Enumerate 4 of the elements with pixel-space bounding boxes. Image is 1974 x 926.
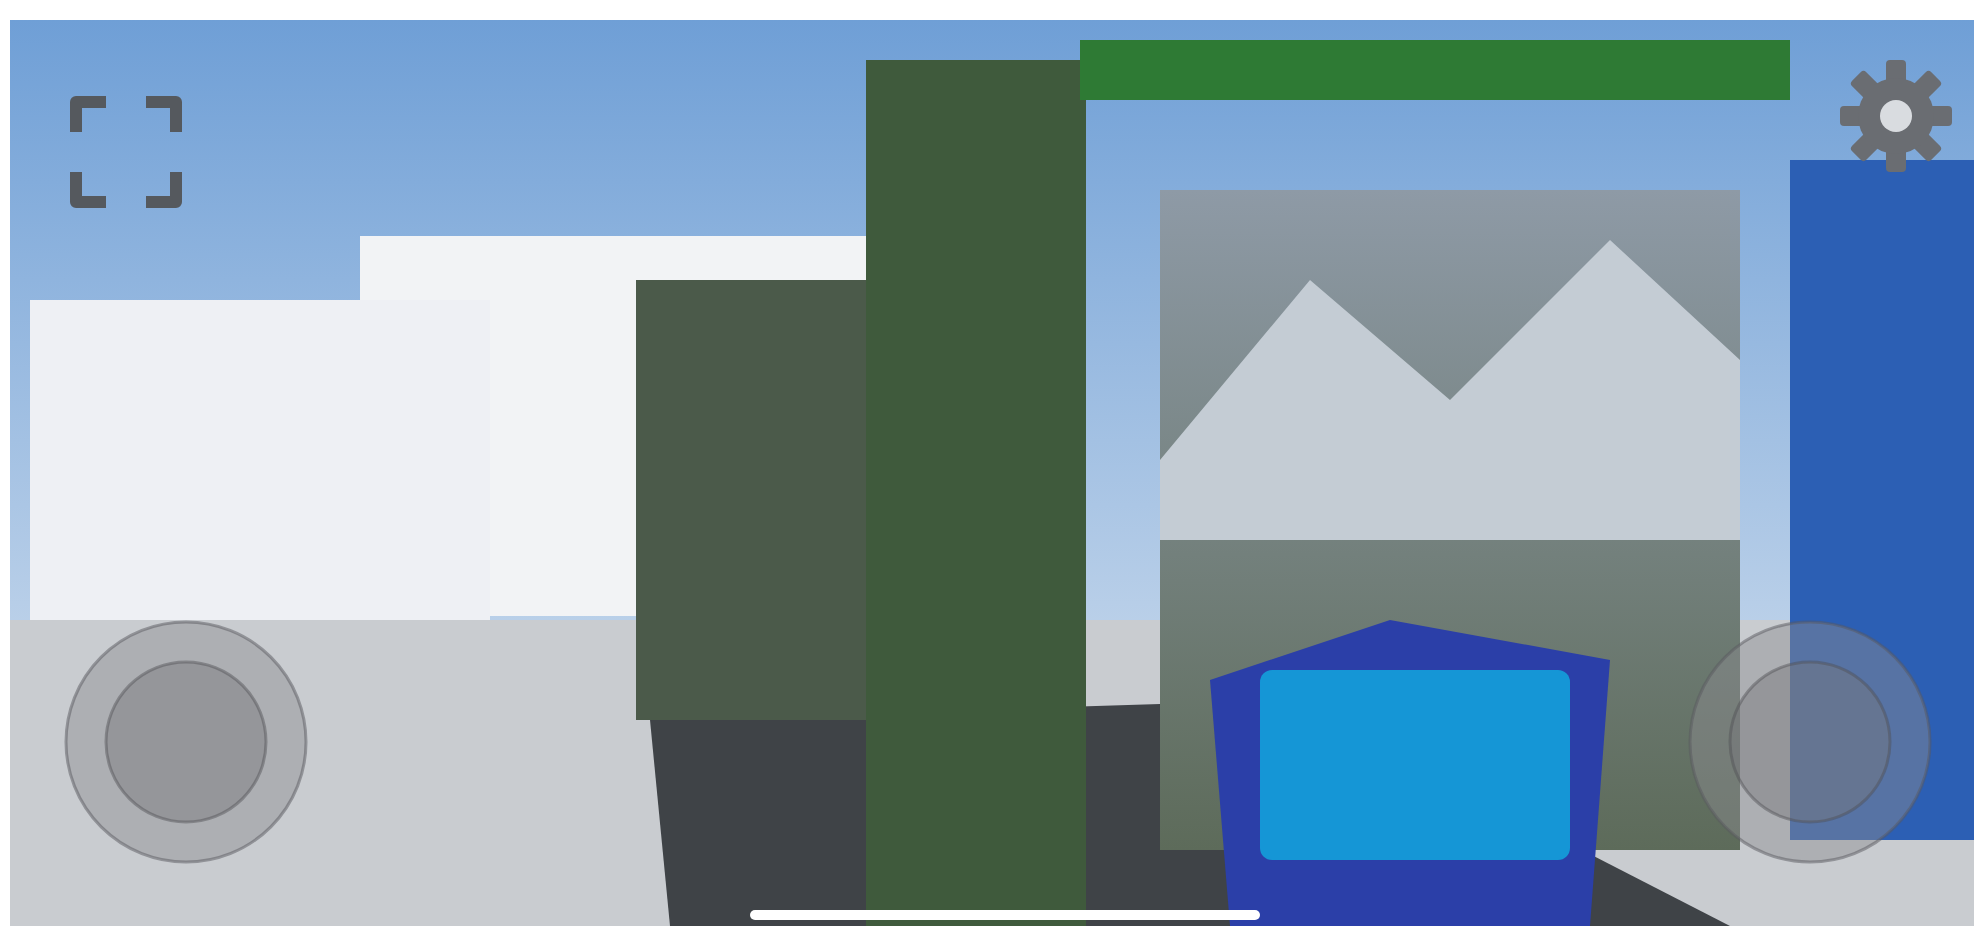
joystick[interactable] [1688, 620, 1932, 864]
joystick[interactable] [64, 620, 308, 864]
fullscreen-icon[interactable] [70, 96, 182, 208]
settings-icon[interactable] [1840, 60, 1952, 172]
